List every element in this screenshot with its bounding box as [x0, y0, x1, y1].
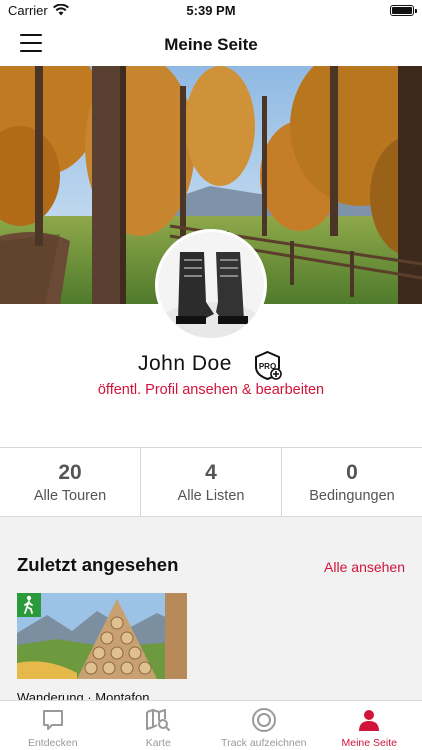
stat-tours-label: Alle Touren — [33, 488, 107, 504]
stats-bar: 20 Alle Touren 4 Alle Listen 0 Bedingung… — [0, 447, 422, 517]
log-pile-image — [17, 593, 187, 679]
stat-lists-value: 4 — [205, 461, 217, 484]
hiking-person-icon — [17, 593, 41, 617]
tab-record-track-label: Track aufzeichnen — [221, 737, 307, 749]
profile-name-row: John Doe PRO — [0, 350, 422, 381]
status-bar: Carrier 5:39 PM — [0, 0, 422, 22]
tab-bar: Entdecken Karte Track aufzeichnen Meine … — [0, 700, 422, 750]
recently-viewed-section: Zuletzt angesehen Alle ansehen Wanderung… — [0, 517, 422, 700]
clock: 5:39 PM — [186, 3, 236, 18]
navigation-bar: Meine Seite — [0, 22, 422, 66]
page-title: Meine Seite — [164, 35, 258, 54]
person-icon — [359, 710, 380, 731]
tab-record-track[interactable]: Track aufzeichnen — [211, 701, 317, 750]
stat-conditions-label: Bedingungen — [309, 488, 395, 504]
stat-lists[interactable]: 4 Alle Listen — [141, 448, 282, 516]
tour-card[interactable]: Wanderung · Montafon — [17, 593, 187, 700]
recently-viewed-title: Zuletzt angesehen — [17, 554, 179, 575]
tab-discover[interactable]: Entdecken — [0, 701, 106, 750]
avatar[interactable] — [155, 229, 267, 341]
tab-my-page-label: Meine Seite — [341, 737, 397, 749]
tour-caption: Wanderung · Montafon — [17, 690, 150, 700]
view-all-link[interactable]: Alle ansehen — [324, 559, 405, 575]
tour-image — [17, 593, 187, 679]
stat-conditions[interactable]: 0 Bedingungen — [282, 448, 422, 516]
tab-map[interactable]: Karte — [106, 701, 212, 750]
map-search-icon — [146, 709, 171, 731]
stat-conditions-value: 0 — [346, 461, 358, 484]
battery-icon — [390, 5, 417, 16]
public-profile-link[interactable]: öffentl. Profil ansehen & bearbeiten — [0, 382, 422, 398]
stat-tours-value: 20 — [58, 461, 82, 484]
tab-map-label: Karte — [145, 737, 171, 749]
stat-tours[interactable]: 20 Alle Touren — [0, 448, 141, 516]
tab-my-page[interactable]: Meine Seite — [317, 701, 422, 750]
profile-name: John Doe — [138, 352, 232, 375]
record-circle-icon — [251, 708, 276, 732]
speech-bubble-icon — [42, 710, 63, 730]
stat-lists-label: Alle Listen — [177, 488, 245, 504]
pro-badge-icon: PRO — [255, 350, 282, 381]
hiking-boots-image — [158, 232, 264, 338]
tab-discover-label: Entdecken — [27, 737, 78, 749]
